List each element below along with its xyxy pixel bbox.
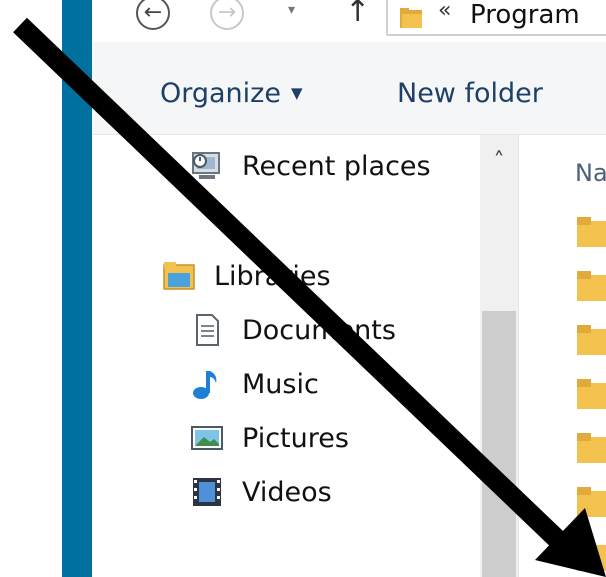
list-item[interactable] — [577, 433, 606, 463]
libraries-icon — [163, 262, 195, 290]
folder-icon — [577, 325, 606, 355]
nav-item-videos[interactable]: Videos — [190, 475, 332, 509]
back-button[interactable]: ← — [136, 0, 170, 30]
list-item[interactable] — [577, 487, 606, 517]
forward-button[interactable]: → — [210, 0, 244, 30]
back-arrow-icon: ← — [143, 0, 163, 25]
scrollbar-thumb[interactable] — [482, 311, 516, 577]
pictures-icon — [191, 426, 223, 450]
column-header-name[interactable]: Na — [575, 159, 606, 187]
list-item[interactable] — [577, 325, 606, 355]
navigation-scrollbar[interactable]: ˄ — [480, 135, 518, 577]
scroll-up-arrow-icon[interactable]: ˄ — [480, 149, 518, 179]
organize-label: Organize — [160, 78, 281, 109]
list-item[interactable] — [577, 217, 606, 247]
recent-locations-dropdown[interactable]: ▾ — [288, 2, 295, 18]
folder-icon — [577, 541, 606, 571]
list-item[interactable] — [577, 379, 606, 409]
folder-icon — [577, 271, 606, 301]
new-folder-button[interactable]: New folder — [397, 78, 543, 109]
organize-button[interactable]: Organize ▼ — [160, 78, 303, 109]
folder-icon — [400, 8, 422, 28]
list-item[interactable] — [577, 541, 606, 571]
nav-item-recent-places[interactable]: Recent places — [190, 149, 431, 183]
nav-item-label: Music — [242, 368, 319, 400]
address-row: ← → ▾ ↑ « Program — [92, 0, 606, 40]
list-item[interactable] — [577, 271, 606, 301]
window-frame-border — [62, 0, 92, 577]
folder-icon — [577, 379, 606, 409]
path-overflow-chevron[interactable]: « — [438, 0, 451, 23]
navigation-pane: Recent places Libraries Documents Music … — [92, 135, 518, 577]
dropdown-caret-icon: ▼ — [290, 84, 303, 102]
folder-icon — [577, 487, 606, 517]
up-level-button[interactable]: ↑ — [345, 0, 370, 29]
nav-item-pictures[interactable]: Pictures — [190, 421, 349, 455]
command-bar: Organize ▼ New folder — [92, 42, 606, 135]
music-note-icon — [193, 371, 217, 399]
nav-item-libraries[interactable]: Libraries — [162, 259, 331, 293]
documents-icon — [196, 314, 219, 346]
nav-item-label: Recent places — [242, 150, 431, 182]
address-path-text: Program — [470, 0, 580, 30]
folder-icon — [577, 433, 606, 463]
file-list-pane: Na — [518, 135, 606, 577]
file-dialog-window: ← → ▾ ↑ « Program Organize ▼ New folder — [92, 0, 606, 577]
videos-icon — [193, 478, 221, 506]
nav-item-label: Documents — [242, 314, 396, 346]
forward-arrow-icon: → — [217, 0, 237, 25]
desktop-background — [0, 0, 62, 577]
nav-item-music[interactable]: Music — [190, 367, 319, 401]
address-bar[interactable]: « Program — [386, 0, 606, 36]
recent-places-icon — [192, 152, 220, 179]
nav-item-label: Libraries — [214, 260, 331, 292]
nav-item-label: Pictures — [242, 422, 349, 454]
folder-icon — [577, 217, 606, 247]
nav-item-documents[interactable]: Documents — [190, 313, 396, 347]
nav-item-label: Videos — [242, 476, 332, 508]
